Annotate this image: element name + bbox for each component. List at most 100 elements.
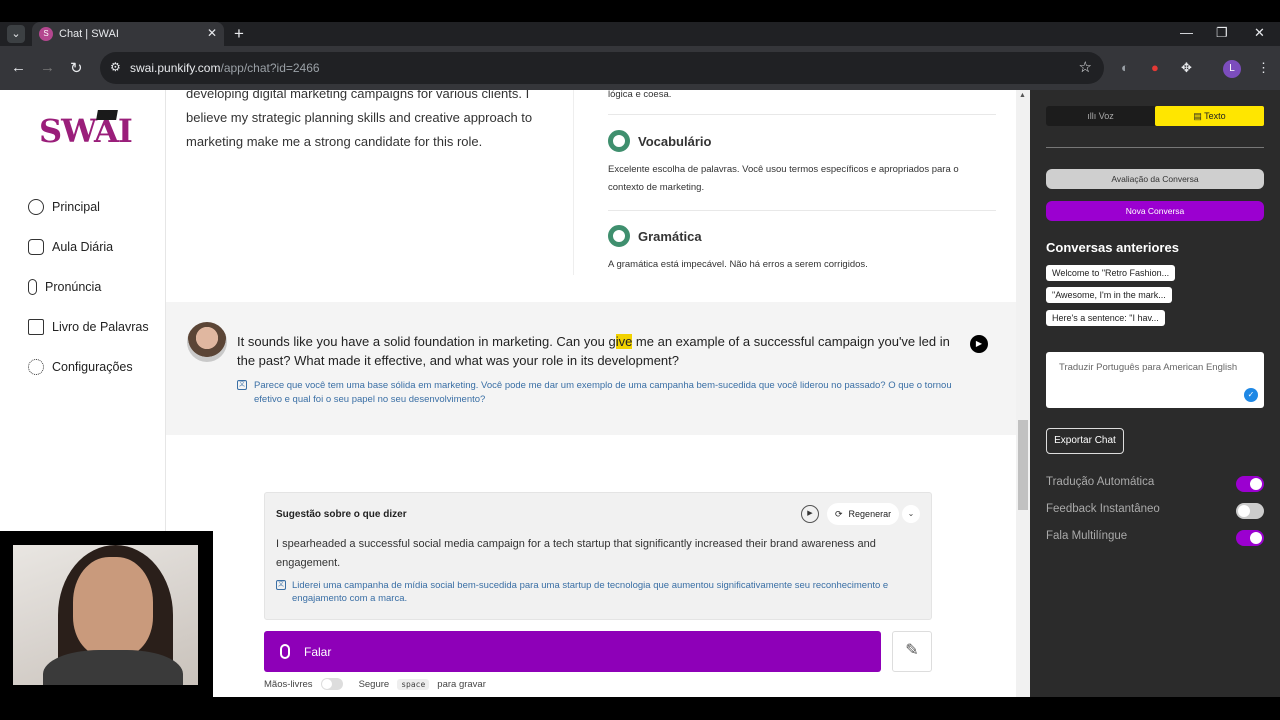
setting-auto-translate: Tradução Automática <box>1046 476 1264 492</box>
suggestion-play-icon[interactable]: ▶ <box>801 505 819 523</box>
translate-input[interactable]: Traduzir Português para American English… <box>1046 352 1264 408</box>
edit-pencil-button[interactable]: ✎ <box>892 631 932 672</box>
refresh-icon: ⟳ <box>835 508 843 519</box>
history-heading: Conversas anteriores <box>1046 240 1179 255</box>
mode-voice-tab[interactable]: ıllı Voz <box>1046 106 1155 126</box>
divider <box>608 114 996 115</box>
column-divider <box>573 90 574 275</box>
bookmark-star-icon[interactable]: ☆ <box>1079 58 1092 76</box>
tab-strip: ⌄ S Chat | SWAI ✕ + — ❐ ✕ <box>0 22 1280 46</box>
evaluate-conversation-button[interactable]: Avaliação da Conversa <box>1046 169 1264 189</box>
score-ring-icon <box>608 130 630 152</box>
back-icon[interactable]: ← <box>11 59 26 76</box>
space-key: space <box>397 678 430 690</box>
grammar-feedback: A gramática está impecável. Não há erros… <box>608 259 868 270</box>
url-path: /app/chat?id=2466 <box>220 61 320 75</box>
play-audio-icon[interactable]: ▶ <box>970 335 988 353</box>
sidebar-item-aula-diaria[interactable]: Aula Diária <box>28 236 113 258</box>
extension-icon[interactable]: ◐ <box>1121 60 1129 75</box>
feedback-coherence-text: lógica e coesa. <box>608 90 672 100</box>
handsfree-row: Mãos-livres Segure space para gravar <box>264 678 486 690</box>
vocabulary-feedback: Excelente escolha de palavras. Você usou… <box>608 164 959 193</box>
grammar-heading: Gramática <box>608 225 702 247</box>
setting-multilingual: Fala Multilíngue <box>1046 530 1264 546</box>
swai-logo[interactable]: SWAI <box>39 110 133 156</box>
browser-menu-icon[interactable]: ⋮ <box>1257 60 1270 76</box>
mode-switch: ıllı Voz ▤ Texto <box>1046 106 1264 126</box>
scroll-up-icon[interactable]: ▲ <box>1019 92 1026 99</box>
url-field[interactable]: ⚙ swai.punkify.com/app/chat?id=2466 ☆ <box>100 52 1104 84</box>
extensions-puzzle-icon[interactable]: ✥ <box>1181 60 1192 76</box>
translate-icon: 文 <box>237 380 247 390</box>
history-item[interactable]: Welcome to "Retro Fashion... <box>1046 265 1176 281</box>
webcam-video <box>13 545 198 685</box>
chat-icon: ▤ <box>1193 111 1205 121</box>
sidebar-item-principal[interactable]: Principal <box>28 196 100 218</box>
chat-bubbles-icon <box>28 239 44 255</box>
sidebar-item-label: Configurações <box>52 360 133 374</box>
new-conversation-button[interactable]: Nova Conversa <box>1046 201 1264 221</box>
setting-instant-feedback: Feedback Instantâneo <box>1046 503 1264 519</box>
speak-button[interactable]: Falar <box>264 631 881 672</box>
mode-text-tab[interactable]: ▤ Texto <box>1155 106 1264 126</box>
check-badge-icon: ✓ <box>1244 388 1258 402</box>
export-chat-button[interactable]: Exportar Chat <box>1046 428 1124 454</box>
reload-icon[interactable]: ↻ <box>70 59 83 77</box>
sidebar-item-label: Principal <box>52 200 100 214</box>
vocabulary-heading: Vocabulário <box>608 130 711 152</box>
regenerate-button[interactable]: ⟳ Regenerar <box>827 503 900 525</box>
highlighted-word: ive <box>615 334 633 349</box>
handsfree-toggle[interactable] <box>320 678 343 690</box>
multilingual-toggle[interactable] <box>1236 530 1264 546</box>
handsfree-label: Mãos-livres <box>264 678 313 690</box>
browser-tab[interactable]: S Chat | SWAI ✕ <box>32 22 224 46</box>
microphone-icon <box>28 279 37 295</box>
suggestion-text[interactable]: I spearheaded a successful social media … <box>276 535 916 573</box>
gear-icon <box>28 359 44 375</box>
screen-top-bar <box>0 0 1280 22</box>
suggestion-title: Sugestão sobre o que dizer <box>276 509 407 520</box>
extension-record-icon[interactable]: ● <box>1151 60 1159 75</box>
address-bar: ← → ↻ ⚙ swai.punkify.com/app/chat?id=246… <box>0 46 1280 90</box>
tab-title: Chat | SWAI <box>59 28 119 40</box>
minimize-icon[interactable]: — <box>1180 25 1193 40</box>
score-ring-icon <box>608 225 630 247</box>
forward-icon[interactable]: → <box>40 59 55 76</box>
url-host: swai.punkify.com <box>130 61 221 75</box>
sidebar-item-configuracoes[interactable]: Configurações <box>28 356 133 378</box>
suggestion-translation: 文 Liderei uma campanha de mídia social b… <box>276 580 889 604</box>
instant-feedback-toggle[interactable] <box>1236 503 1264 519</box>
ai-message: It sounds like you have a solid foundati… <box>166 302 1016 435</box>
restore-icon[interactable]: ❐ <box>1216 25 1228 41</box>
tab-close-icon[interactable]: ✕ <box>207 26 217 40</box>
scrollbar-thumb[interactable] <box>1018 420 1028 510</box>
new-tab-icon[interactable]: + <box>234 24 244 44</box>
microphone-icon <box>280 644 290 659</box>
suggestion-box: Sugestão sobre o que dizer ▶ ⟳ Regenerar… <box>264 492 932 620</box>
history-item[interactable]: Here's a sentence: "I hav... <box>1046 310 1165 326</box>
ai-message-translation: 文 Parece que você tem uma base sólida em… <box>237 380 952 405</box>
hold-hint-suffix: para gravar <box>437 678 486 690</box>
tab-search-chevron-icon[interactable]: ⌄ <box>7 25 25 43</box>
chevron-down-icon[interactable]: ⌄ <box>902 505 920 523</box>
chat-main: developing digital marketing campaigns f… <box>166 90 1016 697</box>
favicon-icon: S <box>39 27 53 41</box>
sidebar-item-label: Aula Diária <box>52 240 114 254</box>
divider <box>608 210 996 211</box>
site-info-icon[interactable]: ⚙ <box>110 60 121 74</box>
divider <box>1046 147 1264 148</box>
history-item[interactable]: "Awesome, I'm in the mark... <box>1046 287 1172 303</box>
right-panel: ıllı Voz ▤ Texto Avaliação da Conversa N… <box>1030 90 1280 697</box>
auto-translate-toggle[interactable] <box>1236 476 1264 492</box>
ai-message-text[interactable]: It sounds like you have a solid foundati… <box>237 332 957 370</box>
window-close-icon[interactable]: ✕ <box>1254 25 1265 41</box>
sidebar-item-livro[interactable]: Livro de Palavras <box>28 316 149 338</box>
webcam-overlay <box>0 531 213 697</box>
profile-avatar[interactable]: L <box>1223 60 1241 78</box>
hold-hint-prefix: Segure <box>358 678 390 690</box>
book-icon <box>28 319 44 335</box>
scrollbar[interactable]: ▲ <box>1016 90 1030 697</box>
screen-bottom-bar <box>0 697 1280 720</box>
tutor-avatar <box>187 322 227 362</box>
sidebar-item-pronuncia[interactable]: Pronúncia <box>28 276 101 298</box>
